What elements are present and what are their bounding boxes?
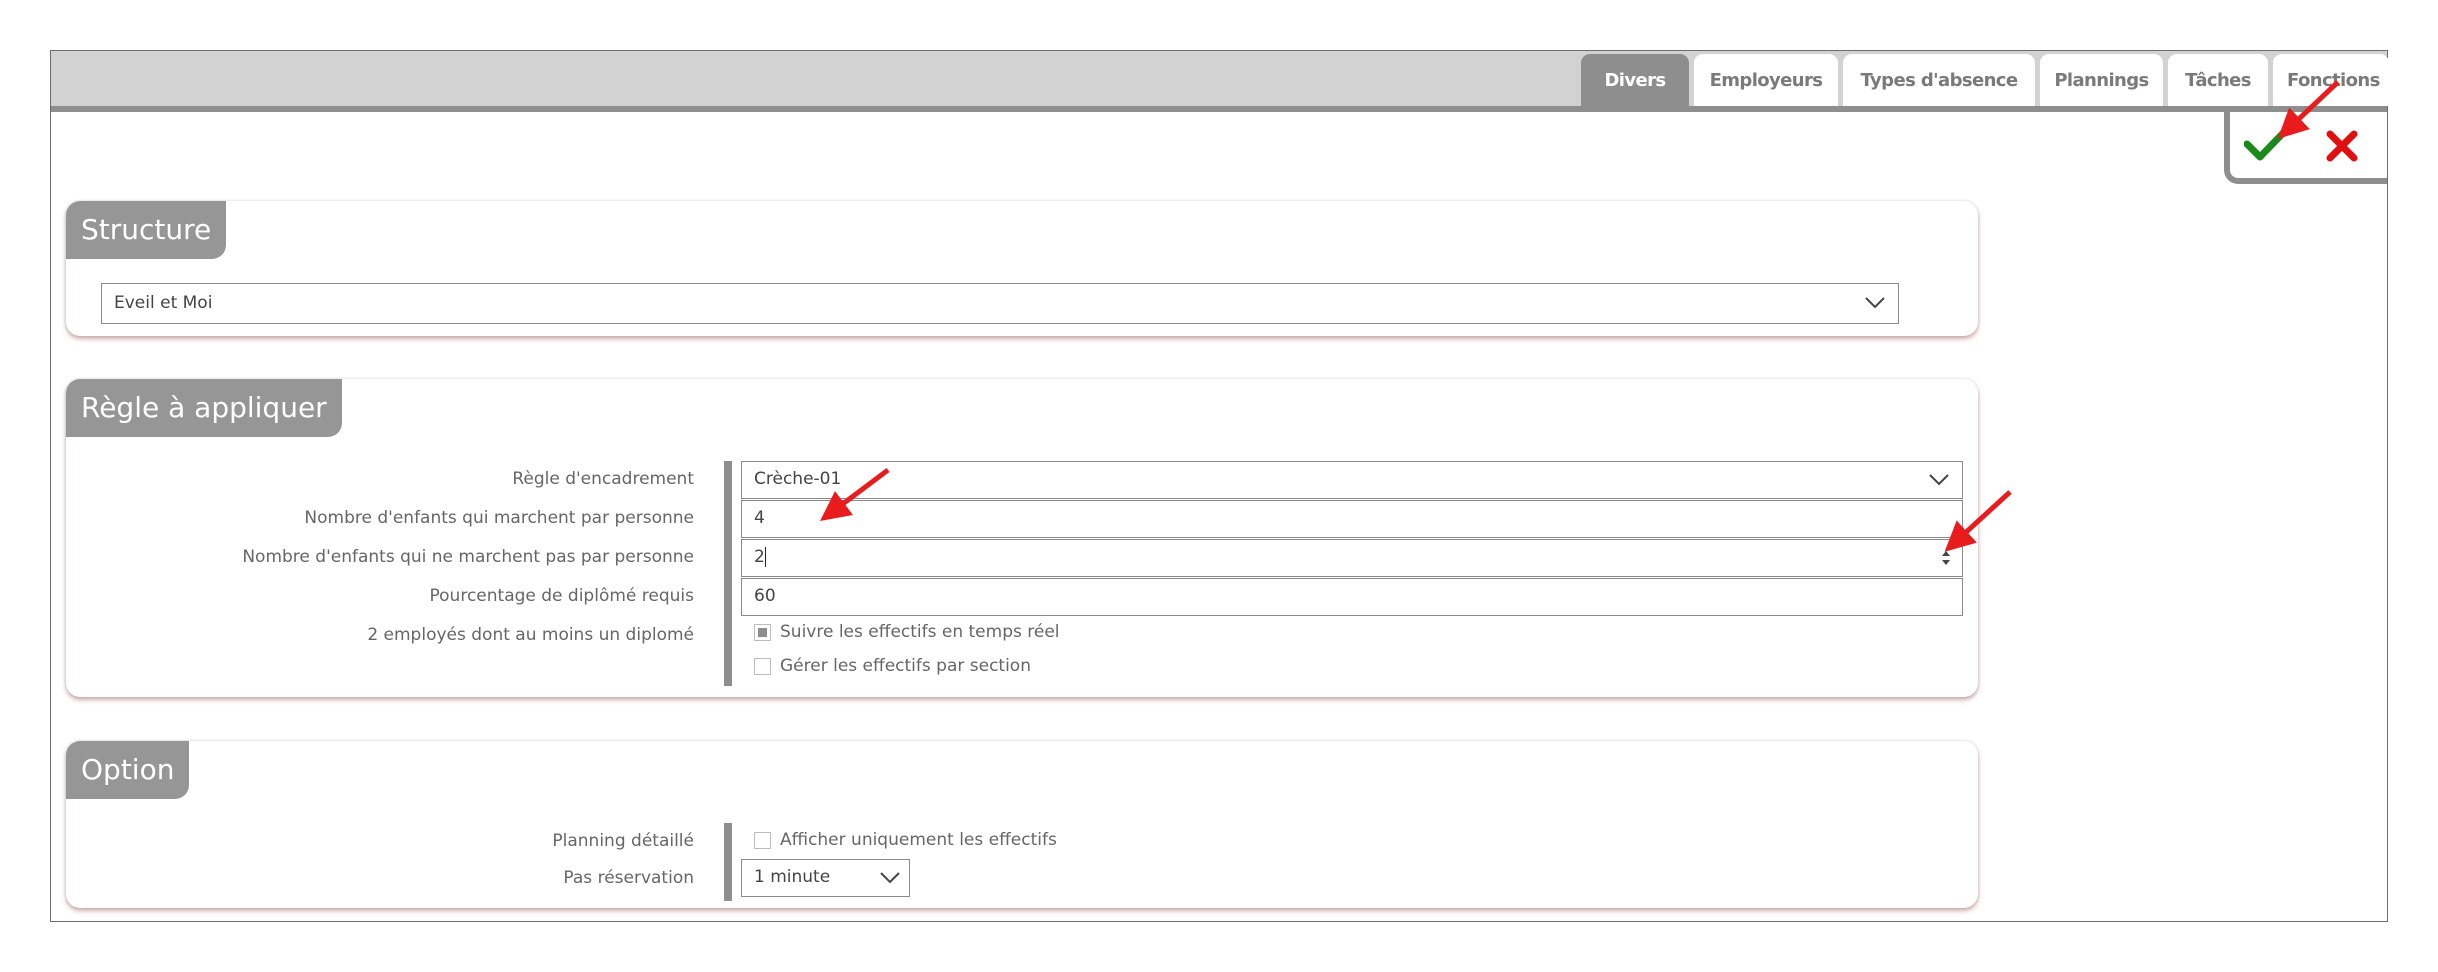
marchent-label: Nombre d'enfants qui marchent par person… [304,508,694,528]
ne-marchent-pas-input[interactable]: 2 [741,539,1963,577]
tab-fonctions[interactable]: Fonctions [2273,54,2389,106]
regle-title: Règle à appliquer [66,379,342,437]
pourcentage-input[interactable]: 60 [741,578,1963,616]
reservation-label: Pas réservation [563,868,694,888]
tab-plannings[interactable]: Plannings [2040,54,2163,106]
ne-marchent-pas-value: 2 [754,547,765,567]
encadrement-label: Règle d'encadrement [512,469,694,489]
option-title: Option [66,741,190,799]
chevron-down-icon [880,872,900,884]
encadrement-value: Crèche-01 [754,469,842,489]
regle-card: Règle à appliquer Règle d'encadrement Cr… [66,379,1978,697]
pourcentage-label: Pourcentage de diplômé requis [429,586,694,606]
employes-label: 2 employés dont au moins un diplomé [367,625,694,645]
suivre-label: Suivre les effectifs en temps réel [780,622,1060,642]
app-frame: Divers Employeurs Types d'absence Planni… [50,50,2389,922]
form-divider [724,823,732,901]
planning-label: Planning détaillé [552,831,694,851]
check-icon[interactable] [2244,126,2288,162]
gerer-checkbox[interactable] [754,658,771,675]
ne-marchent-pas-label: Nombre d'enfants qui ne marchent pas par… [242,547,694,567]
structure-card: Structure Eveil et Moi [66,201,1978,336]
text-cursor [764,547,766,567]
tab-employeurs[interactable]: Employeurs [1694,54,1838,106]
structure-title: Structure [66,201,227,259]
reservation-value: 1 minute [754,867,831,887]
gerer-label: Gérer les effectifs par section [780,656,1031,676]
chevron-down-icon [1865,297,1885,309]
suivre-checkbox[interactable] [754,624,771,641]
option-card: Option Planning détaillé Afficher unique… [66,741,1978,908]
action-panel [2224,112,2387,184]
marchent-input[interactable]: 4 [741,500,1963,538]
form-divider [724,461,732,686]
close-icon[interactable] [2326,130,2358,162]
reservation-select[interactable]: 1 minute [741,859,910,897]
afficher-label: Afficher uniquement les effectifs [780,830,1057,850]
tab-taches[interactable]: Tâches [2168,54,2268,106]
tab-types-absence[interactable]: Types d'absence [1843,54,2035,106]
spinner-icon[interactable] [1940,548,1952,568]
structure-select[interactable]: Eveil et Moi [101,283,1899,324]
encadrement-select[interactable]: Crèche-01 [741,461,1963,499]
structure-select-value: Eveil et Moi [114,293,213,313]
top-tab-bar: Divers Employeurs Types d'absence Planni… [51,51,2389,112]
chevron-down-icon [1929,474,1949,486]
tab-divers[interactable]: Divers [1581,54,1689,106]
afficher-checkbox[interactable] [754,832,771,849]
